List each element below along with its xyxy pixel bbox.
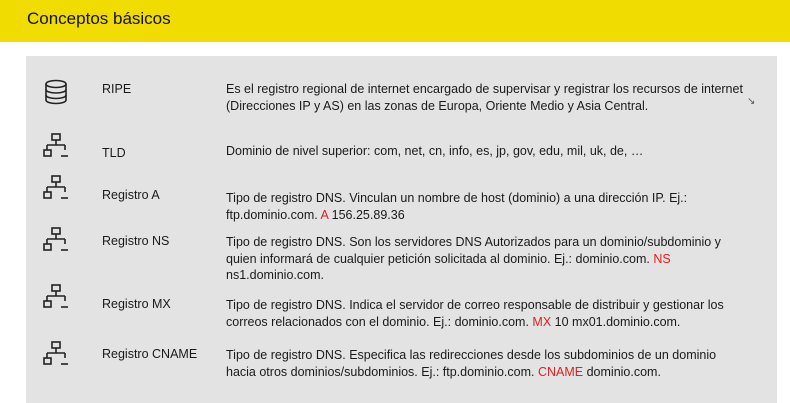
concept-description: Tipo de registro DNS. Especifica las red… [226,347,746,380]
concept-description: Tipo de registro DNS. Son los servidores… [226,234,746,284]
network-tree-icon [43,133,68,157]
description-text: Dominio de nivel superior: com, net, cn,… [226,144,644,158]
record-type: MX [532,314,552,329]
example-suffix: 156.25.89.36 [331,207,405,222]
concept-term: Registro A [102,188,160,202]
record-type: NS [653,251,671,266]
network-tree-icon [43,341,68,365]
description-text: Es el registro regional de internet enca… [226,82,743,113]
header-bar: Conceptos básicos [0,0,790,42]
description-text: Tipo de registro DNS. Vinculan un nombre… [226,191,688,205]
concept-term: Registro NS [102,234,170,248]
concept-description: Es el registro regional de internet enca… [226,81,746,114]
example-prefix: ftp.dominio.com. [226,207,318,222]
concept-description: Tipo de registro DNS. Indica el servidor… [226,297,746,330]
concept-term: Registro MX [102,297,171,311]
database-icon [45,79,67,105]
network-tree-icon [43,227,68,251]
concept-term: RIPE [102,82,132,96]
record-type: A [320,207,329,222]
network-tree-icon [43,284,68,308]
mouse-cursor-icon: ↘ [747,96,756,107]
network-tree-icon [43,175,68,199]
concepts-panel: RIPE Es el registro regional de internet… [26,56,777,403]
concept-term: Registro CNAME [102,347,198,361]
page-title: Conceptos básicos [27,9,171,28]
description-text: Tipo de registro DNS. Son los servidores… [226,235,721,266]
example-suffix: ns1.dominio.com. [226,268,324,282]
concept-term: TLD [102,146,126,160]
example-suffix: 10 mx01.dominio.com. [554,314,681,329]
concept-description: Tipo de registro DNS. Vinculan un nombre… [226,190,746,223]
record-type: CNAME [537,364,584,379]
example-suffix: dominio.com. [586,364,661,379]
concept-description: Dominio de nivel superior: com, net, cn,… [226,143,746,160]
